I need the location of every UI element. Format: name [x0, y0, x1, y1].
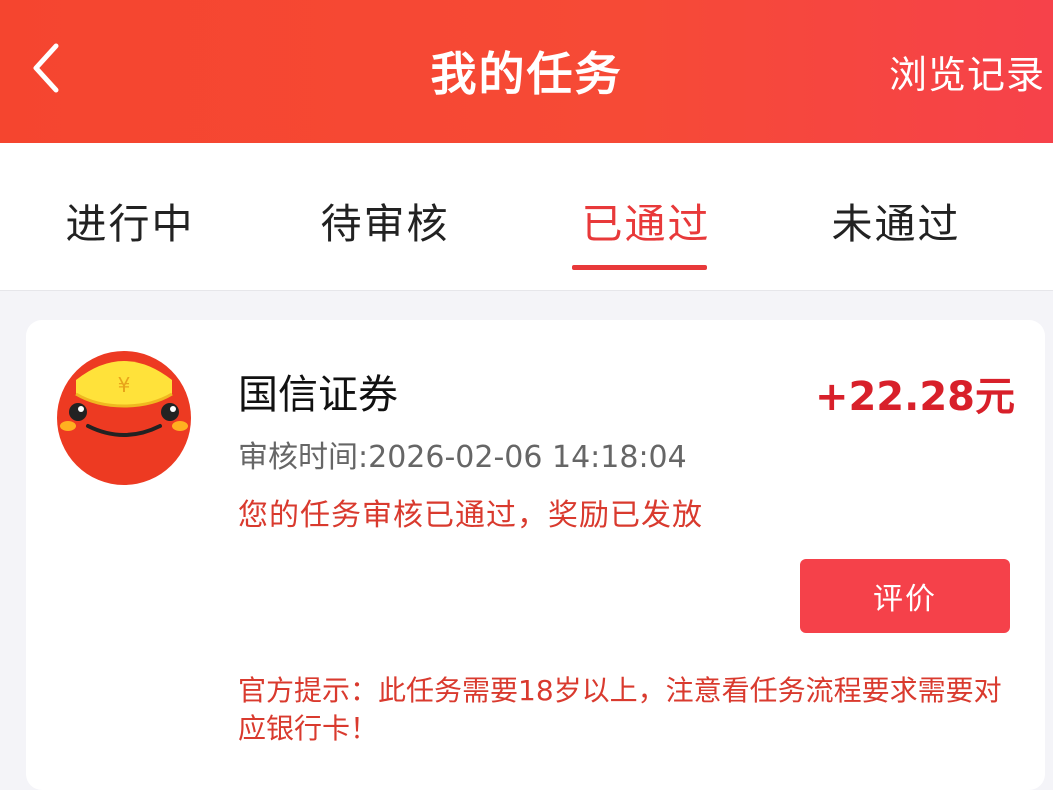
review-time: 审核时间:2026-02-06 14:18:04 — [238, 440, 687, 475]
tab-pending-review[interactable]: 待审核 — [300, 190, 470, 250]
official-notice: 官方提示：此任务需要18岁以上，注意看任务流程要求需要对应银行卡！ — [238, 674, 1002, 745]
tab-label: 未通过 — [831, 200, 961, 248]
status-tabs: 进行中 待审核 已通过 未通过 — [0, 143, 1053, 291]
reward-amount: +22.28元 — [814, 374, 1015, 420]
tab-label: 待审核 — [320, 200, 450, 248]
active-tab-indicator — [572, 265, 707, 270]
browse-history-button[interactable]: 浏览记录 — [889, 44, 1045, 99]
tab-label: 进行中 — [65, 200, 195, 248]
tab-in-progress[interactable]: 进行中 — [45, 190, 215, 250]
tab-rejected[interactable]: 未通过 — [811, 190, 981, 250]
svg-text:¥: ¥ — [118, 373, 131, 397]
top-bar: 我的任务 浏览记录 — [0, 0, 1053, 143]
status-message: 您的任务审核已通过，奖励已发放 — [238, 498, 703, 533]
tab-approved[interactable]: 已通过 — [561, 190, 731, 270]
tab-label: 已通过 — [581, 200, 711, 248]
task-card[interactable]: ¥ 国信证券 +22.28元 审核时间:2026-02-06 14:18:04 … — [26, 320, 1045, 790]
task-name: 国信证券 — [238, 372, 398, 418]
rate-button[interactable]: 评价 — [800, 559, 1010, 633]
red-envelope-mascot-icon: ¥ — [56, 350, 192, 486]
